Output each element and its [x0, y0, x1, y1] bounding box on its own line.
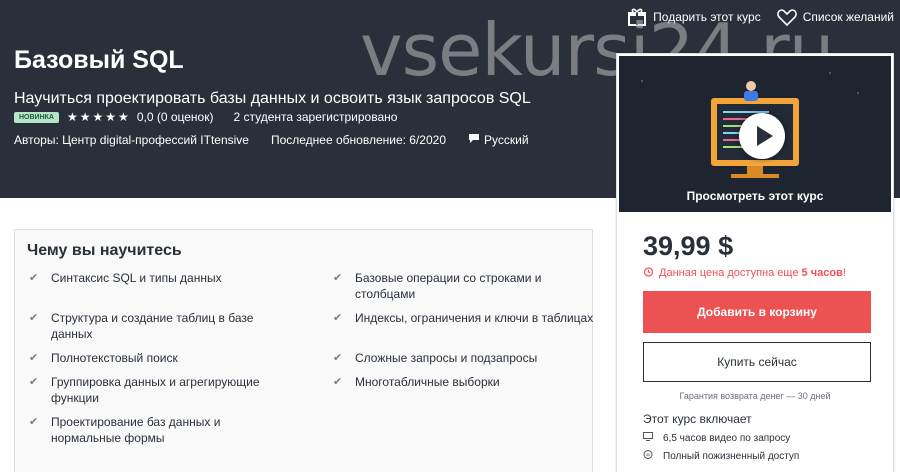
- learn-item-text: Многотабличные выборки: [355, 375, 500, 389]
- check-icon: ✔: [29, 272, 39, 284]
- alarm-clock-icon: [643, 266, 654, 280]
- learn-item: ✔ Индексы, ограничения и ключи в таблицах: [333, 310, 595, 350]
- include-item-text: Полный пожизненный доступ: [663, 450, 800, 462]
- language: Русский: [468, 133, 529, 147]
- timer-text: Данная цена доступна еще 5 часов!: [659, 267, 846, 279]
- course-title: Базовый SQL: [14, 46, 184, 74]
- include-item: ∞ Полный пожизненный доступ: [643, 450, 799, 462]
- video-icon: [643, 432, 653, 444]
- topbar-actions: Подарить этот курс Список желаний: [627, 8, 894, 26]
- learn-title: Чему вы научитесь: [27, 242, 182, 259]
- new-badge: новинка: [14, 111, 59, 123]
- preview-label: Просмотреть этот курс: [686, 189, 824, 203]
- check-icon: ✔: [333, 352, 343, 364]
- rating-text[interactable]: 0,0 (0 оценок): [137, 110, 214, 124]
- star-icon: ★: [105, 110, 117, 124]
- language-label: Русский: [484, 133, 529, 147]
- learn-item: ✔ Базовые операции со строками и столбцам…: [333, 270, 595, 310]
- learn-item-text: Структура и создание таблиц в базе данны…: [51, 311, 254, 341]
- check-icon: ✔: [333, 312, 343, 324]
- include-item-text: 6,5 часов видео по запросу: [663, 432, 791, 444]
- learn-item-text: Группировка данных и агрегирующие функци…: [51, 375, 260, 405]
- learn-item-text: Проектирование баз данных и нормальные ф…: [51, 415, 221, 445]
- wishlist-label: Список желаний: [802, 10, 894, 24]
- includes-title: Этот курс включает: [643, 412, 752, 426]
- include-item: 6,5 часов видео по запросу: [643, 432, 790, 444]
- learn-item: ✔ Структура и создание таблиц в базе данн…: [29, 310, 291, 350]
- play-button[interactable]: [739, 113, 785, 159]
- course-subtitle: Научиться проектировать базы данных и ос…: [14, 90, 531, 107]
- learn-item: ✔ Полнотекстовый поиск: [29, 350, 291, 374]
- check-icon: ✔: [333, 272, 343, 284]
- rating-row: новинка ★ ★ ★ ★ ★ 0,0 (0 оценок) 2 студе…: [14, 110, 397, 124]
- learn-item: ✔ Многотабличные выборки: [333, 374, 595, 414]
- gift-course-label: Подарить этот курс: [653, 10, 761, 24]
- learn-item: ✔ Сложные запросы и подзапросы: [333, 350, 595, 374]
- star-icon: ★: [66, 110, 78, 124]
- authors-link[interactable]: Авторы: Центр digital-профессий ITtensiv…: [14, 133, 249, 147]
- check-icon: ✔: [29, 376, 39, 388]
- authors-row: Авторы: Центр digital-профессий ITtensiv…: [14, 133, 529, 147]
- course-preview[interactable]: Просмотреть этот курс: [619, 56, 891, 212]
- learn-column-left: ✔ Синтаксис SQL и типы данных ✔ Структура …: [29, 270, 291, 454]
- learn-item-text: Базовые операции со строками и столбцами: [355, 271, 542, 301]
- learn-column-right: ✔ Базовые операции со строками и столбцам…: [333, 270, 595, 414]
- learn-item: ✔ Синтаксис SQL и типы данных: [29, 270, 291, 310]
- purchase-sidebar: Просмотреть этот курс 39,99 $ Данная цен…: [616, 53, 894, 472]
- learn-item: ✔ Группировка данных и агрегирующие функц…: [29, 374, 291, 414]
- learn-item-text: Синтаксис SQL и типы данных: [51, 271, 222, 285]
- infinity-icon: ∞: [643, 450, 653, 462]
- money-back-guarantee: Гарантия возврата денег — 30 дней: [679, 391, 831, 401]
- price-timer: Данная цена доступна еще 5 часов!: [643, 266, 846, 280]
- rating-stars: ★ ★ ★ ★ ★: [67, 111, 129, 123]
- add-to-cart-button[interactable]: Добавить в корзину: [643, 291, 871, 333]
- learn-item-text: Полнотекстовый поиск: [51, 351, 178, 365]
- learn-item-text: Индексы, ограничения и ключи в таблицах: [355, 311, 594, 325]
- star-icon: ★: [92, 110, 104, 124]
- svg-text:∞: ∞: [646, 452, 651, 459]
- speech-bubble-icon: [468, 133, 480, 147]
- check-icon: ✔: [333, 376, 343, 388]
- learn-item-text: Сложные запросы и подзапросы: [355, 351, 538, 365]
- buy-now-button[interactable]: Купить сейчас: [643, 342, 871, 382]
- students-count: 2 студента зарегистрировано: [233, 110, 398, 124]
- learn-item: ✔ Проектирование баз данных и нормальные …: [29, 414, 291, 454]
- gift-icon: [627, 8, 647, 26]
- last-updated: Последнее обновление: 6/2020: [270, 133, 446, 147]
- star-icon: ★: [118, 110, 129, 124]
- check-icon: ✔: [29, 352, 39, 364]
- heart-icon: [776, 8, 797, 26]
- star-icon: ★: [79, 110, 91, 124]
- wishlist-link[interactable]: Список желаний: [776, 8, 894, 26]
- what-you-will-learn: Чему вы научитесь ✔ Синтаксис SQL и типы …: [14, 229, 593, 472]
- gift-course-link[interactable]: Подарить этот курс: [627, 8, 761, 26]
- check-icon: ✔: [29, 416, 39, 428]
- check-icon: ✔: [29, 312, 39, 324]
- price: 39,99 $: [643, 231, 734, 261]
